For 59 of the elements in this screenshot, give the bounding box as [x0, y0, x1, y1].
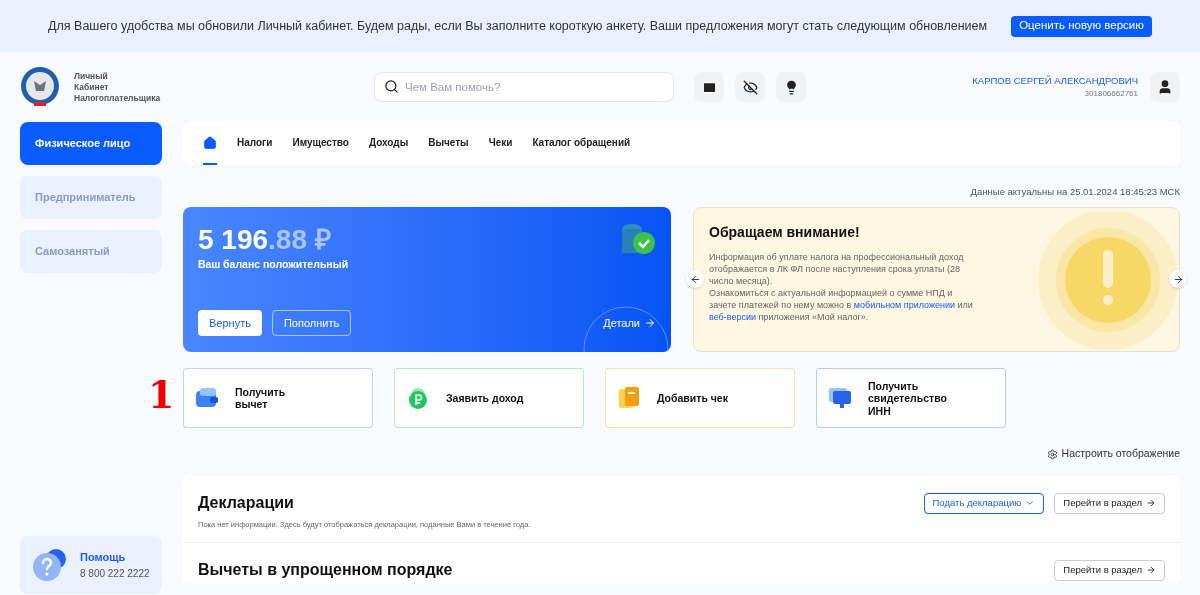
notice-text: Информация об уплате налога на профессиональный доход отображается в ЛК ФЛ после наступления срока уплаты (28 число месяца). — [709, 251, 965, 288]
notice-title: Обращаем внимание! — [709, 223, 861, 243]
next-button[interactable] — [1169, 270, 1187, 289]
eye-off-icon — [742, 79, 758, 95]
declarations-title: Декларации — [198, 493, 294, 513]
updated-text: Данные актуальны на 25.01.2024 18:45:23 МСК — [970, 185, 1180, 199]
logo-text: Налогоплательщика — [74, 92, 162, 104]
nav-tab[interactable]: Вычеты — [428, 122, 469, 165]
arrow-right-icon — [644, 317, 656, 330]
nav-tab[interactable]: Имущество — [292, 122, 349, 165]
balance-amount: 5 196 — [198, 223, 269, 258]
help-phone: 8 800 222 2222 — [80, 566, 150, 581]
settings-icon — [1046, 448, 1058, 460]
banner-text: Для Вашего удобства мы обновили Личный кабинет. Будем рады, если Вы заполните короткую анкету. Ваши предложения могут стать следующим обновлением — [48, 17, 988, 35]
notice-text: Ознакомиться с актуальной информацией о сумме НПД и зачете платежей по нему можно в мобильном приложении или веб-версии приложения «Мой налог». — [709, 287, 974, 324]
arrow-right-icon — [1146, 498, 1156, 508]
arrow-right-icon — [1172, 273, 1184, 285]
mobile-app-link[interactable]: мобильном приложении — [853, 300, 955, 311]
profile-button[interactable] — [1150, 72, 1180, 102]
go-to-section-button[interactable]: Перейти в раздел — [1054, 492, 1165, 514]
balance-fraction: .88 ₽ — [268, 223, 331, 258]
rate-version-button[interactable]: Оценить новую версию — [1011, 15, 1152, 37]
balance-caption: Ваш баланс положительный — [198, 257, 349, 273]
quick-action-card[interactable]: Получить свидетельство ИНН — [816, 368, 1006, 429]
nav-tab[interactable]: Чеки — [488, 122, 513, 165]
lightbulb-button[interactable] — [776, 72, 806, 102]
quick-action-card[interactable]: Добавить чек — [605, 368, 795, 429]
help-card[interactable]: Помощь 8 800 222 2222 — [20, 536, 162, 594]
nav-tab[interactable]: Каталог обращений — [532, 122, 631, 165]
deductions-title: Вычеты в упрощенном порядке — [198, 560, 453, 581]
nav-tab[interactable]: Доходы — [368, 122, 409, 165]
inn-text: 301806662761 — [1084, 88, 1138, 101]
profile-type-tab[interactable]: Физическое лицо — [20, 122, 162, 165]
help-title: Помощь — [80, 550, 127, 566]
previous-button[interactable] — [686, 270, 704, 289]
annotation-number: 1 — [148, 376, 175, 415]
submit-declaration-button[interactable]: Подать декларацию — [923, 492, 1045, 514]
search-icon — [384, 79, 399, 94]
mail-button[interactable] — [694, 72, 724, 102]
emblem-logo — [20, 67, 60, 107]
question-icon — [32, 547, 68, 583]
home-icon — [203, 135, 217, 150]
quick-action-card[interactable]: Получить вычет — [183, 368, 373, 429]
arrow-right-icon — [1146, 565, 1156, 576]
quick-action-card[interactable]: Заявить доход — [394, 368, 584, 429]
web-version-link[interactable]: веб-версии — [709, 312, 756, 323]
go-to-section-button[interactable]: Перейти в раздел — [1054, 559, 1165, 581]
user-name-link[interactable]: КАРПОВ СЕРГЕЙ АЛЕКСАНДРОВИЧ — [972, 73, 1138, 89]
hide-button[interactable] — [735, 72, 765, 102]
user-icon — [1157, 79, 1173, 95]
chevron-down-icon — [1025, 498, 1036, 508]
search-field[interactable]: Чем Вам помочь? — [374, 72, 674, 102]
logo-text: Личный — [74, 70, 109, 82]
customize-display-button[interactable]: Настроить отображение — [1046, 446, 1180, 462]
logo-text: Кабинет — [74, 81, 110, 93]
top-up-button[interactable]: Пополнить — [271, 310, 352, 337]
return-button[interactable]: Вернуть — [198, 310, 262, 337]
nav-tab[interactable]: Налоги — [237, 122, 273, 165]
arrow-left-icon — [689, 273, 701, 285]
